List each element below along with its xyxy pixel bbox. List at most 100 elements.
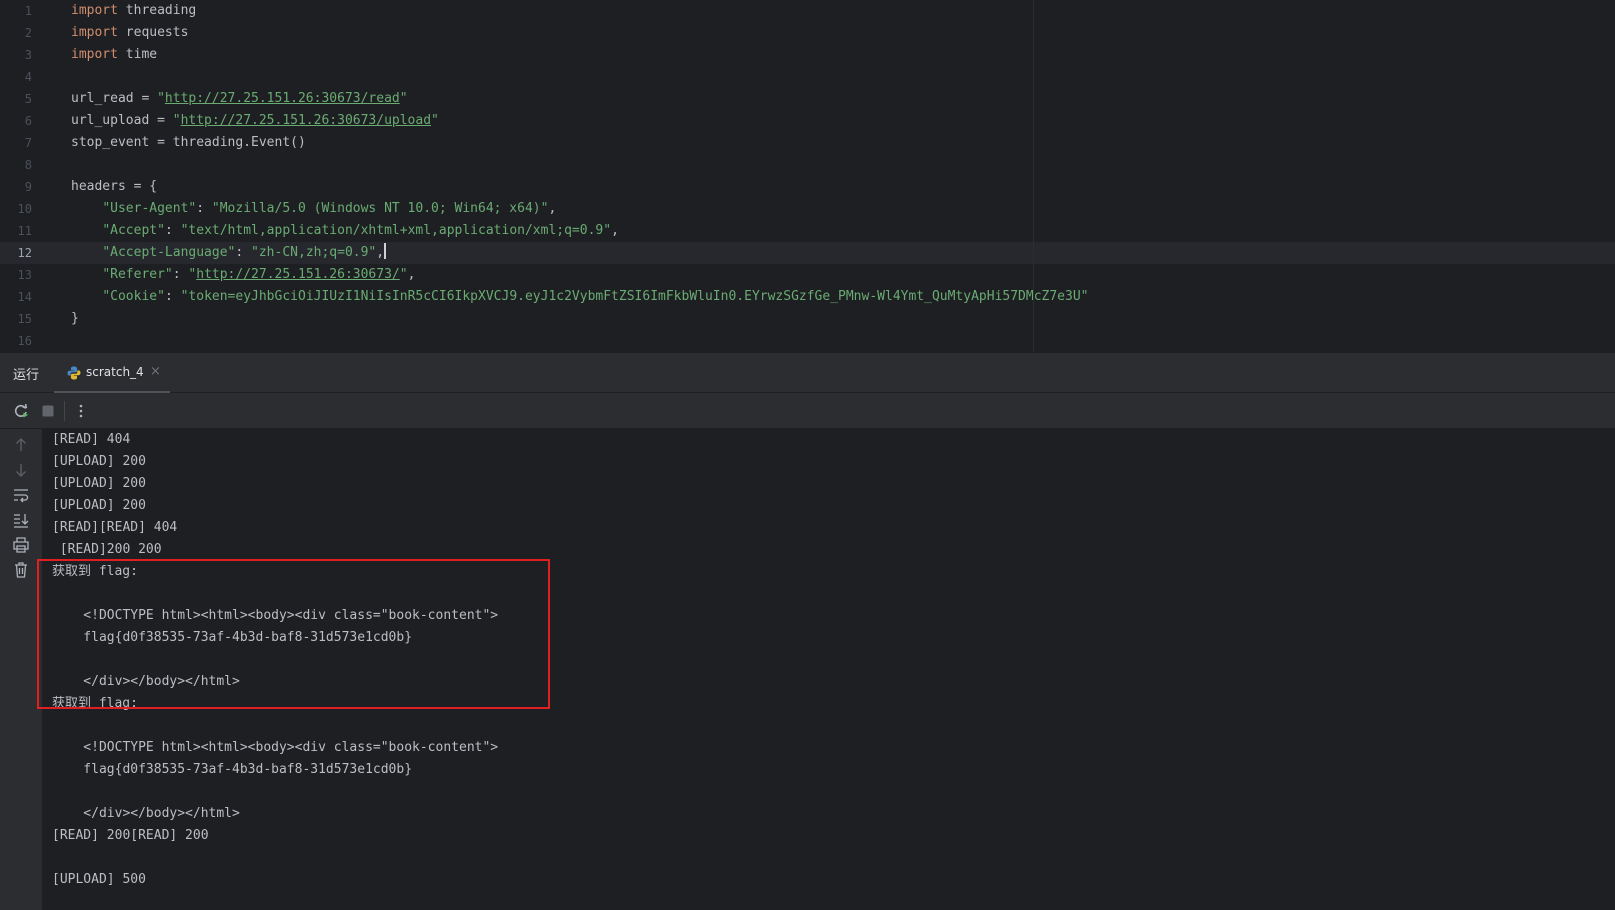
code-token: } — [71, 311, 79, 326]
clear-icon[interactable] — [12, 561, 30, 579]
scroll-to-end-icon[interactable] — [12, 511, 30, 529]
run-tool-window-title: 运行 — [13, 368, 40, 383]
console-line: [READ]200 200 — [52, 542, 162, 557]
more-options-icon[interactable] — [72, 402, 90, 420]
run-toolbar — [0, 393, 1615, 429]
tab-scratch-4[interactable]: scratch_4 × — [54, 353, 170, 394]
code-line[interactable]: 5 url_read = "http://27.25.151.26:30673/r… — [0, 88, 1615, 110]
code-line[interactable]: 7 stop_event = threading.Event() — [0, 132, 1615, 154]
code-token: : — [164, 223, 181, 238]
code-text: } — [71, 308, 79, 330]
code-token: "zh-CN,zh;q=0.9" — [251, 245, 377, 260]
code-text: "Accept-Language": "zh-CN,zh;q=0.9", — [71, 242, 387, 264]
code-line[interactable]: 13 "Referer": "http://27.25.151.26:30673… — [0, 264, 1615, 286]
scroll-up-icon[interactable] — [12, 436, 30, 454]
console-line: 获取到 flag: — [52, 696, 138, 711]
line-number: 3 — [24, 48, 32, 62]
code-token: "Referer" — [102, 267, 173, 282]
code-token: , — [548, 201, 557, 216]
tab-label: scratch_4 — [86, 365, 144, 379]
console-line: 获取到 flag: — [52, 564, 138, 579]
close-tab-icon[interactable]: × — [150, 364, 161, 379]
line-number: 8 — [24, 158, 32, 172]
code-text: url_read = "http://27.25.151.26:30673/re… — [71, 88, 408, 110]
code-text: headers = { — [71, 176, 157, 198]
code-token: : — [172, 267, 189, 282]
code-token: stop_event = threading.Event() — [71, 135, 306, 150]
code-line[interactable]: 8 — [0, 154, 1615, 176]
scroll-down-icon[interactable] — [12, 461, 30, 479]
code-line[interactable]: 6 url_upload = "http://27.25.151.26:30673… — [0, 110, 1615, 132]
code-line[interactable]: 12 "Accept-Language": "zh-CN,zh;q=0.9", — [0, 242, 1615, 264]
code-token: "Mozilla/5.0 (Windows NT 10.0; Win64; x6… — [211, 201, 549, 216]
code-line[interactable]: 4 — [0, 66, 1615, 88]
code-line[interactable]: 15} — [0, 308, 1615, 330]
code-line[interactable]: 16 — [0, 330, 1615, 352]
code-token: import — [71, 25, 118, 40]
code-token: " — [399, 91, 408, 106]
toolbar-separator — [64, 401, 65, 421]
code-token: "Accept" — [102, 223, 165, 238]
console-output[interactable]: [READ] 404 [UPLOAD] 200 [UPLOAD] 200 [UPLOA… — [42, 429, 1615, 910]
line-number: 6 — [24, 114, 32, 128]
text-caret — [384, 243, 387, 259]
console-line: [UPLOAD] 500 — [52, 872, 146, 887]
code-token: , — [407, 267, 416, 282]
console-line: </div></body></html> — [52, 674, 240, 689]
line-number: 15 — [17, 312, 32, 326]
line-number: 2 — [24, 26, 32, 40]
code-text: import time — [71, 44, 157, 66]
console-line: [READ] 200[READ] 200 — [52, 828, 209, 843]
right-margin-guide — [1033, 0, 1034, 352]
soft-wrap-icon[interactable] — [12, 486, 30, 504]
code-token: import — [71, 3, 118, 18]
code-text: import threading — [71, 0, 196, 22]
console-line: [READ][READ] 404 — [52, 520, 178, 535]
code-line[interactable]: 10 "User-Agent": "Mozilla/5.0 (Windows N… — [0, 198, 1615, 220]
code-token: : — [235, 245, 252, 260]
stop-icon[interactable] — [39, 402, 57, 420]
url-link[interactable]: http://27.25.151.26:30673/read — [165, 91, 400, 106]
code-token: " — [157, 91, 165, 106]
line-number: 5 — [24, 92, 32, 106]
code-line[interactable]: 1 import threading — [0, 0, 1615, 22]
rerun-icon[interactable] — [12, 402, 30, 420]
code-token: headers = { — [71, 179, 158, 194]
code-line[interactable]: 11 "Accept": "text/html,application/xhtm… — [0, 220, 1615, 242]
code-token: import — [71, 47, 118, 62]
code-text: "User-Agent": "Mozilla/5.0 (Windows NT 1… — [71, 198, 556, 220]
print-icon[interactable] — [12, 536, 30, 554]
line-number: 9 — [24, 180, 32, 194]
console-line: </div></body></html> — [52, 806, 240, 821]
console-line: flag{d0f38535-73af-4b3d-baf8-31d573e1cd0… — [52, 630, 413, 645]
python-file-icon — [67, 366, 81, 380]
line-number: 7 — [24, 136, 32, 150]
console-line: <!DOCTYPE html><html><body><div class="b… — [52, 608, 499, 623]
code-line[interactable]: 14 "Cookie": "token=eyJhbGciOiJIUzI1NiIs… — [0, 286, 1615, 308]
console-line: <!DOCTYPE html><html><body><div class="b… — [52, 740, 499, 755]
code-text: url_upload = "http://27.25.151.26:30673/… — [71, 110, 439, 132]
code-token: , — [611, 223, 619, 238]
line-number: 14 — [17, 290, 32, 304]
code-editor[interactable]: 1 import threading 2 import requests 3 import… — [0, 0, 1615, 352]
line-number: 12 — [17, 246, 32, 260]
ide-window: 1 import threading 2 import requests 3 import… — [0, 0, 1615, 910]
code-line[interactable]: 2 import requests — [0, 22, 1615, 44]
code-line[interactable]: 3 import time — [0, 44, 1615, 66]
code-token: "token=eyJhbGciOiJIUzI1NiIsInR5cCI6IkpXV… — [180, 289, 1089, 304]
code-text: import requests — [71, 22, 188, 44]
line-number: 11 — [17, 224, 32, 238]
line-number: 4 — [24, 70, 32, 84]
console-line: [UPLOAD] 200 — [52, 498, 146, 513]
url-link[interactable]: http://27.25.151.26:30673/upload — [181, 113, 431, 128]
code-token: "Accept-Language" — [102, 245, 236, 260]
code-token: threading — [117, 3, 197, 18]
code-token: : — [196, 201, 212, 216]
code-line[interactable]: 9 headers = { — [0, 176, 1615, 198]
url-link[interactable]: http://27.25.151.26:30673/ — [196, 267, 400, 282]
code-token: url_upload = — [71, 113, 173, 128]
code-text: "Referer": "http://27.25.151.26:30673/", — [71, 264, 415, 286]
